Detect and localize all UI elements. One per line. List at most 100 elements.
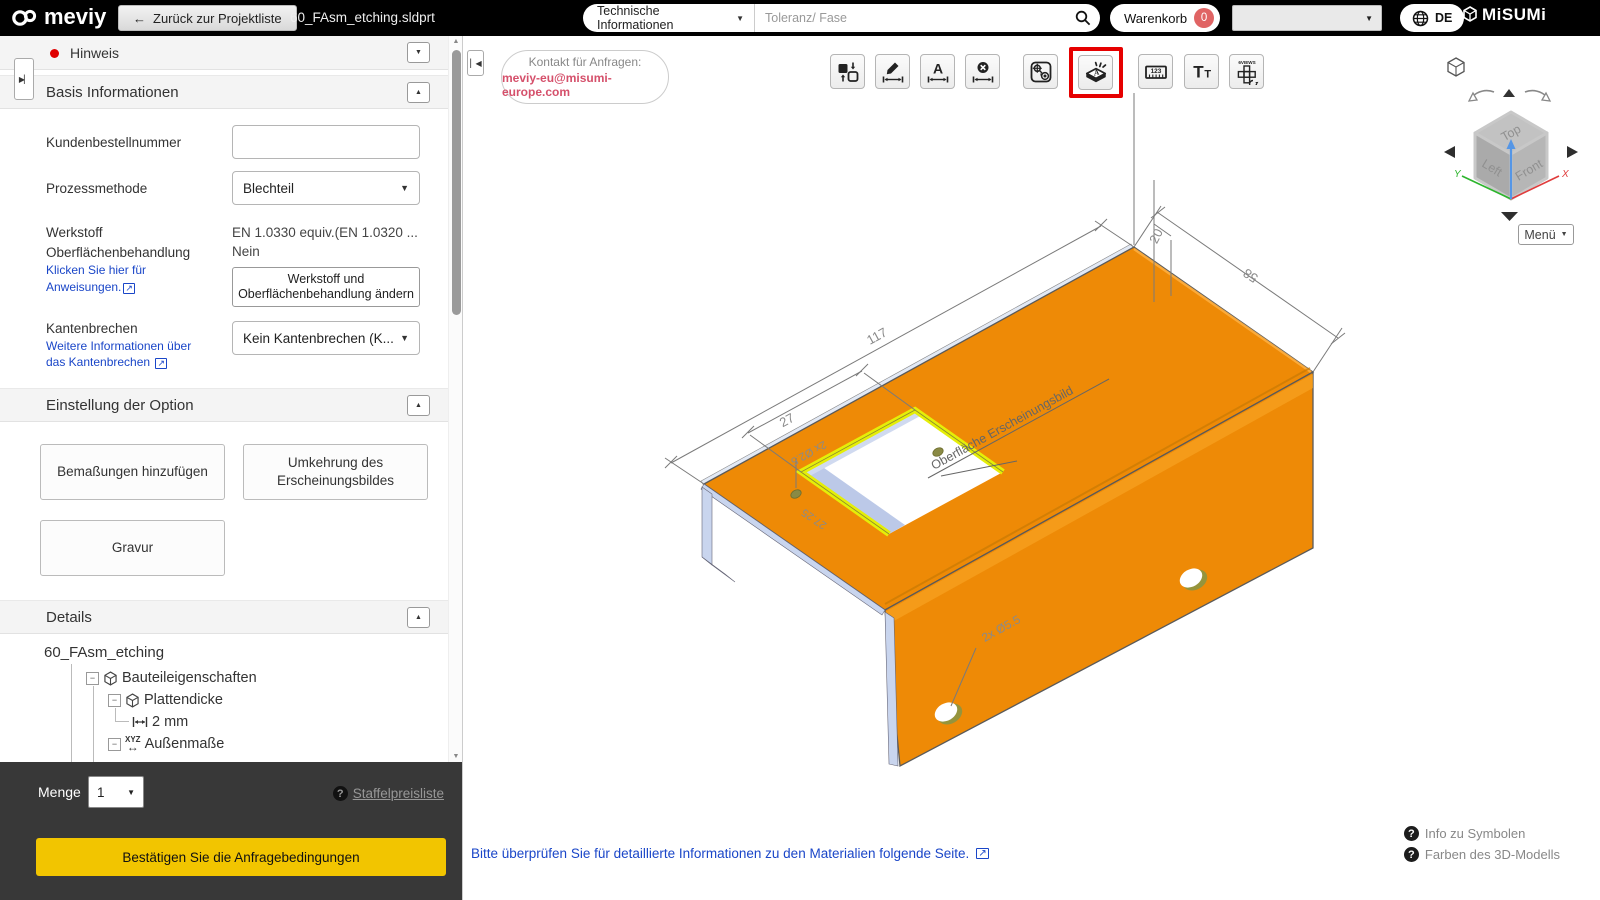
axis-x-label: X (1561, 169, 1569, 180)
contact-label: Kontakt für Anfragen: (528, 55, 642, 69)
order-number-input[interactable] (232, 125, 420, 159)
view-menu-label: Menü (1524, 227, 1556, 242)
option-settings-header[interactable]: Einstellung der Option ▲ (0, 388, 448, 422)
rotate-right-step-icon[interactable] (1567, 146, 1578, 158)
back-to-projects-button[interactable]: ← Zurück zur Projektliste (118, 5, 297, 31)
text-size-icon: T T (1193, 62, 1211, 81)
basis-info-title: Basis Informationen (46, 83, 179, 101)
contact-email-link[interactable]: meviy-eu@misumi-europe.com (502, 71, 668, 99)
tree-item-bauteileigenschaften[interactable]: − Bauteileigenschaften (86, 670, 257, 686)
search-input[interactable] (755, 11, 1066, 25)
rotate-left-step-icon[interactable] (1444, 146, 1455, 158)
delete-dimension-button[interactable] (965, 54, 1000, 89)
edit-holes-button[interactable] (1023, 54, 1058, 89)
hinweis-header[interactable]: Hinweis ▼ (0, 36, 448, 70)
question-icon: ? (1403, 847, 1419, 862)
hinweis-label: Hinweis (70, 44, 120, 61)
sheet-metal-part[interactable] (700, 243, 1315, 768)
model-colors-link[interactable]: ? Farben des 3D-Modells (1403, 847, 1560, 862)
tree-line (93, 686, 94, 762)
tree-item-thickness[interactable]: 2 mm (132, 714, 188, 730)
svg-text:6VIEWS: 6VIEWS (1238, 60, 1255, 65)
cart-button[interactable]: Warenkorb 0 (1110, 4, 1221, 32)
details-collapse-button[interactable]: ▲ (407, 607, 430, 628)
replace-model-button[interactable] (830, 54, 865, 89)
symbols-info-link[interactable]: ? Info zu Symbolen (1403, 826, 1560, 841)
edge-break-select[interactable]: Kein Kantenbrechen (K... ▼ (232, 321, 420, 355)
invert-appearance-button[interactable]: Umkehrung des Erscheinungsbildes (243, 444, 428, 500)
project-select[interactable]: ▼ (1232, 5, 1382, 31)
meviy-logo[interactable]: meviy (10, 4, 106, 30)
tree-root-item[interactable]: 60_FAsm_etching (44, 644, 164, 661)
viewer-canvas[interactable]: ▏◀ Kontakt für Anfragen: meviy-eu@misumi… (462, 36, 1600, 900)
open-file-name: 60_FAsm_etching.sldprt (290, 10, 435, 25)
edge-break-label: Kantenbrechen (46, 321, 138, 336)
external-link-icon: ↗ (155, 358, 167, 369)
dim-width: 58 (1240, 265, 1260, 286)
materials-info-link[interactable]: Bitte überprüfen Sie für detaillierte In… (471, 846, 989, 861)
scrollbar-thumb[interactable] (451, 50, 461, 315)
3d-model-view[interactable]: 117 58 20 27 2x Ø2.5 27.25 2x Ø5.5 Oberf… (463, 36, 1600, 900)
canvas-collapse-handle[interactable]: ▏◀ (467, 50, 484, 76)
svg-text:T: T (1193, 62, 1204, 81)
panel-collapse-handle[interactable]: ▶▏ (14, 58, 34, 100)
process-method-select[interactable]: Blechteil ▼ (232, 171, 420, 205)
etching-button-selected[interactable]: A (1078, 55, 1113, 90)
delete-dimension-icon (972, 61, 993, 82)
details-header[interactable]: Details ▲ (0, 600, 448, 634)
collapse-minus-icon[interactable]: − (86, 671, 99, 685)
misumi-text: MiSUMi (1482, 5, 1547, 24)
collapse-minus-icon[interactable]: − (108, 737, 121, 751)
basis-info-header[interactable]: Basis Informationen ▲ (0, 75, 448, 109)
scroll-down-icon[interactable]: ▼ (449, 753, 463, 760)
edit-dimension-button[interactable] (875, 54, 910, 89)
collapse-minus-icon[interactable]: − (108, 693, 121, 707)
quantity-label: Menge (38, 784, 81, 800)
view-menu-button[interactable]: Menü ▼ (1518, 224, 1574, 245)
hinweis-expand-button[interactable]: ▼ (407, 42, 430, 63)
edge-break-info-link[interactable]: Weitere Informationen über das Kantenbre… (46, 339, 191, 369)
tilt-down-icon[interactable] (1501, 212, 1518, 221)
sidebar-scrollbar[interactable]: ▲ ▼ (448, 36, 462, 762)
view-cube-widget[interactable]: Top Left Front Y X (1444, 57, 1578, 221)
rotate-right-icon[interactable] (1524, 89, 1552, 102)
meviy-logo-icon (12, 9, 37, 26)
surface-treatment-label: Oberflächenbehandlung (46, 245, 191, 260)
language-code: DE (1435, 11, 1453, 25)
basis-collapse-button[interactable]: ▲ (407, 82, 430, 103)
options-collapse-button[interactable]: ▲ (407, 395, 430, 416)
tree-line (71, 664, 72, 762)
confirm-request-button[interactable]: Bestätigen Sie die Anfragebedingungen (36, 838, 446, 876)
tier-price-link[interactable]: Staffelpreisliste (353, 786, 444, 801)
language-button[interactable]: DE (1400, 4, 1465, 32)
cube-icon (126, 692, 139, 708)
cart-count-badge: 0 (1194, 8, 1215, 28)
measure-ruler-button[interactable]: 123 (1138, 54, 1173, 89)
dimension-text-icon: A (927, 60, 948, 82)
engraving-button[interactable]: Gravur (40, 520, 225, 576)
change-material-button[interactable]: Werkstoff und Oberflächenbehandlung änder… (232, 267, 420, 307)
alert-dot-icon (50, 49, 59, 58)
chevron-down-icon: ▼ (736, 13, 744, 23)
ruler-123-icon: 123 (1144, 65, 1167, 79)
dimension-text-button[interactable]: A (920, 54, 955, 89)
tree-item-plattendicke[interactable]: − Plattendicke (108, 692, 223, 708)
search-category-select[interactable]: Technische Informationen ▼ (583, 4, 755, 32)
text-size-button[interactable]: T T (1184, 54, 1219, 89)
search-icon[interactable] (1066, 10, 1100, 26)
chevron-down-icon: ▼ (1560, 231, 1568, 238)
tree-item-aussenmasse[interactable]: − XYZ ↔ Außenmaße (108, 736, 224, 753)
instructions-link[interactable]: Klicken Sie hier für Anweisungen. ↗ (46, 263, 146, 294)
six-views-button[interactable]: 6VIEWS (1229, 54, 1264, 89)
quantity-select[interactable]: 1 ▼ (88, 776, 144, 808)
search-bar: Technische Informationen ▼ (583, 4, 1100, 32)
tilt-up-icon[interactable] (1503, 89, 1515, 97)
rotate-left-icon[interactable] (1467, 89, 1495, 102)
left-config-panel: ▶▏ Hinweis ▼ Basis Informationen ▲ Kunde… (0, 36, 448, 762)
svg-text:T: T (1204, 68, 1211, 80)
dimension-icon (132, 717, 148, 727)
add-dimensions-button[interactable]: Bemaßungen hinzufügen (40, 444, 225, 500)
chevron-down-icon: ▼ (400, 183, 409, 193)
iso-view-icon[interactable] (1447, 57, 1465, 77)
scroll-up-icon[interactable]: ▲ (449, 38, 463, 45)
